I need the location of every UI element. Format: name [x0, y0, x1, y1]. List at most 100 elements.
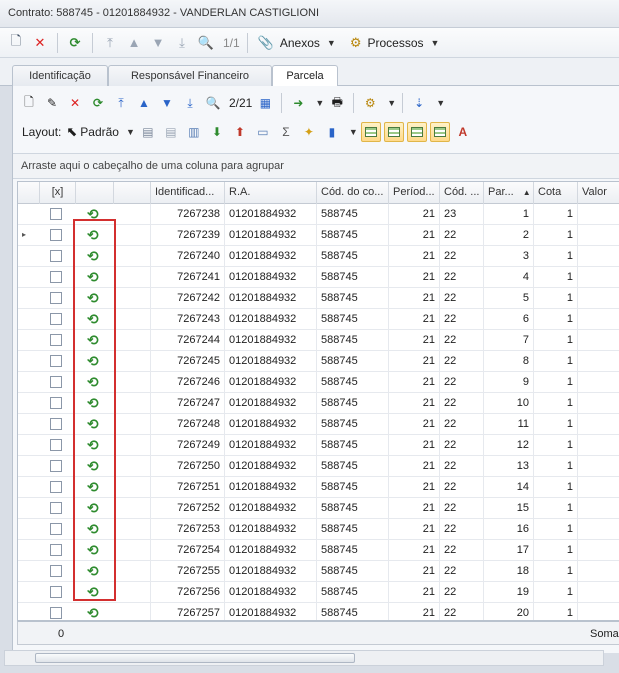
save-layout-icon[interactable]: ▤: [138, 122, 158, 142]
header-ra[interactable]: R.A.: [225, 182, 317, 204]
row-checkbox[interactable]: [50, 229, 62, 241]
calendar-icon[interactable]: ▦: [255, 93, 275, 113]
cell-ra: 01201884932: [225, 330, 317, 351]
row-checkbox[interactable]: [50, 418, 62, 430]
export-layout-icon[interactable]: ⬆: [230, 122, 250, 142]
chevron-down-icon[interactable]: ▼: [349, 127, 358, 137]
chevron-down-icon[interactable]: ▼: [126, 127, 135, 137]
delete-icon[interactable]: ✕: [65, 93, 85, 113]
row-checkbox[interactable]: [50, 460, 62, 472]
tab-parcela[interactable]: Parcela: [272, 65, 338, 87]
row-checkbox[interactable]: [50, 250, 62, 262]
header-valor[interactable]: Valor: [578, 182, 619, 204]
header-action[interactable]: [76, 182, 114, 204]
edit-icon[interactable]: ✎: [42, 93, 62, 113]
grid-style-1-icon[interactable]: [360, 122, 381, 142]
sum-icon[interactable]: Σ: [276, 122, 296, 142]
layout-select[interactable]: Padrão: [80, 125, 119, 139]
font-icon[interactable]: A: [453, 122, 473, 142]
cell-ra: 01201884932: [225, 582, 317, 603]
row-checkbox[interactable]: [50, 355, 62, 367]
row-checkbox[interactable]: [50, 565, 62, 577]
row-checkbox[interactable]: [50, 439, 62, 451]
header-cod-contrato[interactable]: Cód. do co...: [317, 182, 389, 204]
next-record-icon[interactable]: ▼: [157, 93, 177, 113]
delete-icon[interactable]: ✕: [30, 32, 50, 54]
processos-button[interactable]: ⚙ Processos ▼: [347, 32, 443, 54]
scrollbar-thumb[interactable]: [35, 653, 355, 663]
previous-record-icon[interactable]: ▲: [124, 32, 144, 54]
row-checkbox[interactable]: [50, 271, 62, 283]
print-icon[interactable]: 🖶: [327, 93, 347, 113]
group-by-area[interactable]: Arraste aqui o cabeçalho de uma coluna p…: [13, 153, 619, 179]
refresh-icon[interactable]: ⟳: [88, 93, 108, 113]
cell-identificador: 7267254: [151, 540, 225, 561]
grid-style-2-icon[interactable]: [383, 122, 404, 142]
highlight-icon[interactable]: ✦: [299, 122, 319, 142]
anexos-button[interactable]: 📎 Anexos ▼: [255, 32, 339, 54]
header-cod[interactable]: Cód. ...: [440, 182, 484, 204]
horizontal-scrollbar[interactable]: [4, 650, 604, 666]
last-record-icon[interactable]: ⤓: [172, 32, 192, 54]
status-refresh-icon[interactable]: ⟲: [87, 605, 99, 620]
next-record-icon[interactable]: ▼: [148, 32, 168, 54]
binoculars-icon[interactable]: 🔍: [196, 32, 216, 54]
chevron-down-icon: ▼: [326, 37, 336, 48]
record-counter: 1/1: [223, 35, 240, 50]
cell-periodo: 21: [389, 393, 440, 414]
row-checkbox[interactable]: [50, 502, 62, 514]
chevron-down-icon[interactable]: ▼: [315, 98, 324, 108]
window-title: Contrato: 588745 - 01201884932 - VANDERL…: [0, 0, 619, 28]
download-icon[interactable]: ⇣: [409, 93, 429, 113]
row-checkbox[interactable]: [50, 334, 62, 346]
row-checkbox[interactable]: [50, 544, 62, 556]
header-blank[interactable]: [114, 182, 151, 204]
row-checkbox[interactable]: [50, 397, 62, 409]
header-periodo[interactable]: Períod...: [389, 182, 440, 204]
grid-style-4-icon[interactable]: [429, 122, 450, 142]
tab-responsavel-financeiro[interactable]: Responsável Financeiro: [108, 65, 272, 86]
row-checkbox[interactable]: [50, 607, 62, 619]
gears-icon[interactable]: ⚙: [360, 93, 380, 113]
cell-cota: 1: [534, 519, 578, 540]
import-layout-icon[interactable]: ⬇: [207, 122, 227, 142]
first-record-icon[interactable]: ⤒: [111, 93, 131, 113]
header-cota[interactable]: Cota: [534, 182, 578, 204]
table-row[interactable]: ⟲ 7267257 01201884932 588745 21 22 20 1: [18, 603, 619, 620]
header-parcela[interactable]: Par... ▲: [484, 182, 534, 204]
chevron-down-icon[interactable]: ▼: [436, 98, 445, 108]
filter-row-icon[interactable]: ▭: [253, 122, 273, 142]
row-checkbox[interactable]: [50, 376, 62, 388]
header-identificador[interactable]: Identificad...: [151, 182, 225, 204]
first-record-icon[interactable]: ⤒: [100, 32, 120, 54]
header-select[interactable]: [x]: [40, 182, 76, 204]
cell-blank: [114, 372, 151, 393]
row-checkbox[interactable]: [50, 481, 62, 493]
refresh-icon[interactable]: ⟳: [65, 32, 85, 54]
last-record-icon[interactable]: ⤓: [180, 93, 200, 113]
row-checkbox[interactable]: [50, 208, 62, 220]
cell-cod-contrato: 588745: [317, 225, 389, 246]
cell-periodo: 21: [389, 225, 440, 246]
row-checkbox[interactable]: [50, 292, 62, 304]
previous-record-icon[interactable]: ▲: [134, 93, 154, 113]
cell-identificador: 7267252: [151, 498, 225, 519]
new-document-icon[interactable]: 🗋: [6, 32, 26, 54]
binoculars-icon[interactable]: 🔍: [203, 93, 223, 113]
cell-cod-contrato: 588745: [317, 477, 389, 498]
grid-record-counter: 2/21: [229, 96, 253, 110]
chart-icon[interactable]: ▮: [322, 122, 342, 142]
tab-identificacao[interactable]: Identificação: [12, 65, 108, 86]
new-document-icon[interactable]: 🗋: [19, 93, 39, 113]
cell-cota: 1: [534, 225, 578, 246]
row-checkbox[interactable]: [50, 313, 62, 325]
cell-parcela: 17: [484, 540, 534, 561]
cell-cota: 1: [534, 372, 578, 393]
row-checkbox[interactable]: [50, 523, 62, 535]
delete-layout-icon[interactable]: ▤: [161, 122, 181, 142]
export-icon[interactable]: ➜: [288, 93, 308, 113]
grid-style-3-icon[interactable]: [406, 122, 427, 142]
chevron-down-icon[interactable]: ▼: [387, 98, 396, 108]
row-checkbox[interactable]: [50, 586, 62, 598]
columns-icon[interactable]: ▥: [184, 122, 204, 142]
